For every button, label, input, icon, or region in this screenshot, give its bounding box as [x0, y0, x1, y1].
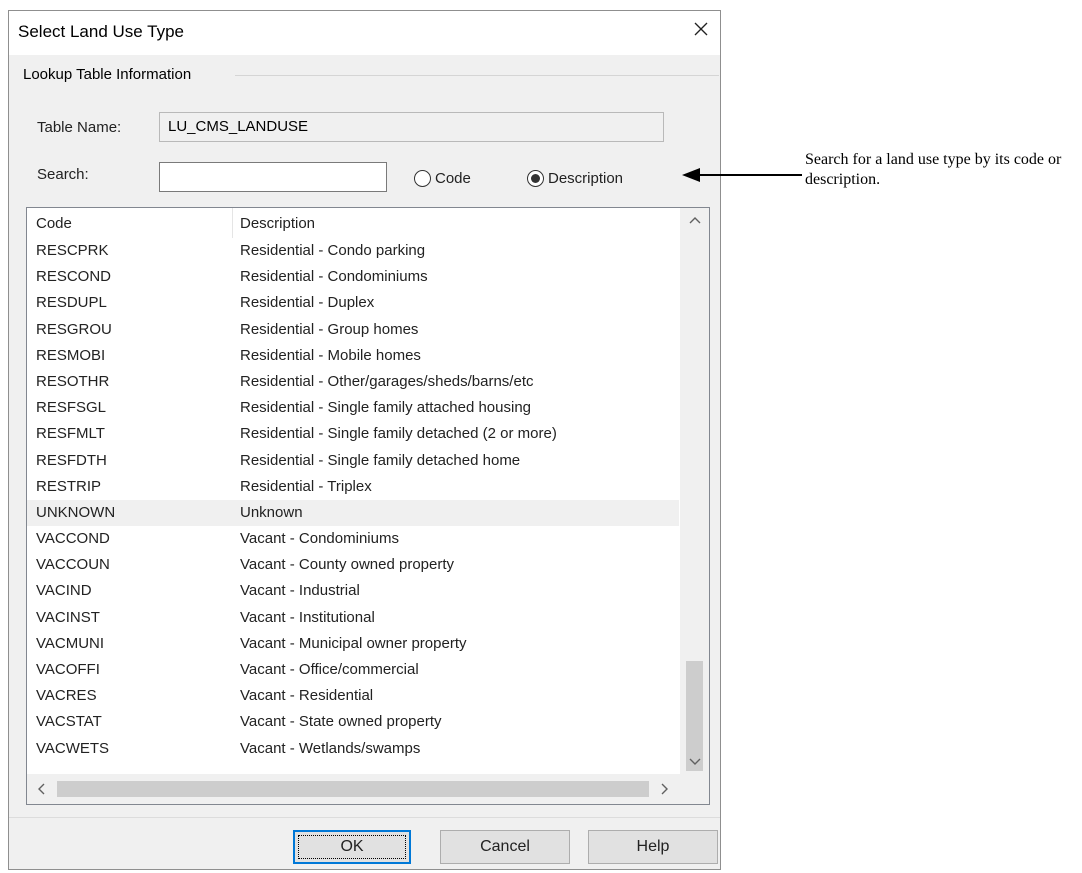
select-land-use-dialog: Select Land Use Type Lookup Table Inform… — [8, 10, 721, 870]
vertical-scrollbar[interactable] — [680, 208, 709, 774]
list-item-description: Residential - Single family detached hom… — [240, 451, 521, 469]
ok-button[interactable]: OK — [293, 830, 411, 864]
footer-divider — [9, 817, 720, 818]
list-item-description: Residential - Other/garages/sheds/barns/… — [240, 372, 534, 390]
radio-description-label: Description — [548, 169, 624, 187]
radio-code-label: Code — [435, 169, 471, 187]
radio-description-circle[interactable] — [527, 169, 544, 187]
list-item-description: Vacant - Condominiums — [240, 530, 399, 548]
search-annotation: Search for a land use type by its code o… — [805, 151, 1062, 188]
chevron-left-icon[interactable] — [27, 774, 55, 804]
column-separator[interactable] — [232, 208, 233, 238]
cancel-button[interactable]: Cancel — [440, 830, 570, 864]
list-item-code: VACMUNI — [36, 634, 105, 652]
list-item-description: Residential - Group homes — [240, 320, 419, 338]
list-item-code: RESTRIP — [36, 477, 102, 495]
title-bar: Select Land Use Type — [9, 11, 720, 55]
list-item-description: Vacant - Residential — [240, 687, 374, 705]
scrollbar-corner — [679, 774, 709, 804]
list-item[interactable]: VACCOND Vacant - Condominiums — [27, 526, 679, 552]
list-item[interactable]: RESMOBI Residential - Mobile homes — [27, 343, 679, 369]
list-item-description: Residential - Triplex — [240, 477, 372, 495]
list-item-code: RESDUPL — [36, 294, 107, 312]
list-item[interactable]: VACWETS Vacant - Wetlands/swamps — [27, 736, 679, 762]
chevron-down-icon[interactable] — [680, 750, 709, 774]
list-item[interactable]: VACOFFI Vacant - Office/commercial — [27, 657, 679, 683]
list-item[interactable]: RESTRIP Residential - Triplex — [27, 474, 679, 500]
list-item-code: VACCOUN — [36, 556, 110, 574]
list-item-code: RESFDTH — [36, 451, 107, 469]
search-input[interactable] — [159, 162, 387, 192]
list-item-description: Vacant - State owned property — [240, 713, 442, 731]
list-item-code: RESOTHR — [36, 372, 110, 390]
list-item-code: VACSTAT — [36, 713, 102, 731]
column-header-code[interactable]: Code — [36, 215, 72, 232]
list-item-description: Residential - Duplex — [240, 294, 375, 312]
list-item-description: Vacant - Municipal owner property — [240, 634, 467, 652]
list-item-description: Residential - Mobile homes — [240, 346, 421, 364]
land-use-list[interactable]: Code Description RESCPRK Residential - Co… — [26, 207, 710, 805]
list-item-code: UNKNOWN — [36, 503, 116, 521]
list-item[interactable]: VACIND Vacant - Industrial — [27, 578, 679, 604]
table-name-field: LU_CMS_LANDUSE — [159, 112, 664, 142]
radio-code[interactable]: Code — [414, 167, 471, 189]
list-item-code: VACINST — [36, 608, 100, 626]
table-name-label: Table Name: — [37, 119, 122, 136]
list-item[interactable]: RESDUPL Residential - Duplex — [27, 290, 679, 316]
list-item[interactable]: VACCOUN Vacant - County owned property — [27, 552, 679, 578]
list-item[interactable]: RESFSGL Residential - Single family attac… — [27, 395, 679, 421]
list-item-description: Unknown — [240, 503, 303, 521]
list-item[interactable]: RESCOND Residential - Condominiums — [27, 264, 679, 290]
list-header: Code Description — [27, 208, 679, 238]
list-item-description: Vacant - Wetlands/swamps — [240, 739, 421, 757]
list-item-code: RESMOBI — [36, 346, 106, 364]
arrow-left-icon — [682, 168, 802, 182]
list-item[interactable]: VACSTAT Vacant - State owned property — [27, 709, 679, 735]
chevron-right-icon[interactable] — [651, 774, 679, 804]
radio-code-circle[interactable] — [414, 169, 431, 187]
list-item-code: VACIND — [36, 582, 92, 600]
list-rows: RESCPRK Residential - Condo parking RESCON… — [27, 238, 679, 762]
list-item-description: Residential - Single family attached hou… — [240, 399, 531, 417]
list-item-code: RESCOND — [36, 268, 112, 286]
chevron-up-icon[interactable] — [680, 208, 709, 232]
list-item-description: Vacant - Office/commercial — [240, 661, 419, 678]
help-button[interactable]: Help — [588, 830, 718, 864]
list-item-code: RESGROU — [36, 320, 112, 338]
list-item-code: VACOFFI — [36, 661, 100, 678]
list-item-code: VACCOND — [36, 530, 110, 548]
horizontal-scrollbar[interactable] — [27, 774, 679, 804]
list-item-code: VACWETS — [36, 739, 110, 757]
list-item[interactable]: VACINST Vacant - Institutional — [27, 605, 679, 631]
list-item[interactable]: RESCPRK Residential - Condo parking — [27, 238, 679, 264]
column-header-description[interactable]: Description — [240, 215, 315, 232]
list-item-description: Vacant - Institutional — [240, 608, 375, 626]
list-item-description: Residential - Condo parking — [240, 242, 426, 259]
radio-description[interactable]: Description — [527, 167, 623, 189]
list-item-description: Residential - Condominiums — [240, 268, 428, 286]
list-item[interactable]: VACRES Vacant - Residential — [27, 683, 679, 709]
list-item[interactable]: RESOTHR Residential - Other/garages/sheds… — [27, 369, 679, 395]
list-item[interactable]: VACMUNI Vacant - Municipal owner property — [27, 631, 679, 657]
group-label-lookup-table: Lookup Table Information — [23, 66, 196, 83]
list-item-description: Vacant - Industrial — [240, 582, 360, 600]
group-divider — [235, 75, 719, 76]
list-item-description: Residential - Single family detached (2 … — [240, 425, 557, 443]
list-item-code: RESCPRK — [36, 242, 109, 259]
list-item[interactable]: RESFDTH Residential - Single family detac… — [27, 448, 679, 474]
list-item[interactable]: UNKNOWN Unknown — [27, 499, 679, 527]
list-item[interactable]: RESFMLT Residential - Single family detac… — [27, 421, 679, 447]
focus-rectangle — [298, 835, 406, 859]
list-item-code: VACRES — [36, 687, 97, 705]
dialog-title: Select Land Use Type — [18, 22, 185, 41]
list-item-description: Vacant - County owned property — [240, 556, 455, 574]
search-label: Search: — [37, 166, 89, 183]
close-icon[interactable] — [690, 18, 712, 40]
cancel-button-label: Cancel — [480, 838, 530, 855]
list-item-code: RESFMLT — [36, 425, 105, 443]
list-item-code: RESFSGL — [36, 399, 107, 417]
list-item[interactable]: RESGROU Residential - Group homes — [27, 317, 679, 343]
help-button-label: Help — [636, 838, 670, 855]
horizontal-scroll-thumb[interactable] — [57, 781, 649, 797]
